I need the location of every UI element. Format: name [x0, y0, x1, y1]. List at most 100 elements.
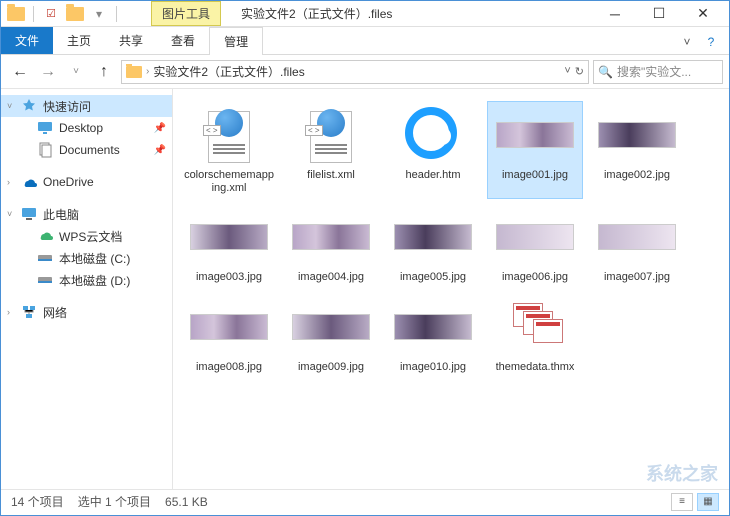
file-thumbnail — [495, 297, 575, 357]
file-item[interactable]: image005.jpg — [385, 203, 481, 288]
file-label: themedata.thmx — [496, 361, 575, 374]
file-label: image007.jpg — [604, 271, 670, 284]
pc-icon — [21, 206, 37, 222]
file-thumbnail — [597, 105, 677, 165]
ribbon-help-icon[interactable]: ? — [699, 30, 723, 54]
quick-access-toolbar: ☑ ▾ — [5, 4, 121, 24]
minimize-button[interactable]: ─ — [593, 2, 637, 26]
file-item[interactable]: image003.jpg — [181, 203, 277, 288]
ribbon-tab-home[interactable]: 主页 — [53, 27, 105, 54]
qat-folder-icon[interactable] — [5, 4, 27, 24]
file-label: image004.jpg — [298, 271, 364, 284]
search-placeholder: 搜索"实验文... — [617, 63, 691, 80]
documents-icon — [37, 142, 53, 158]
file-label: image001.jpg — [502, 169, 568, 182]
file-label: image002.jpg — [604, 169, 670, 182]
nav-history-dropdown[interactable]: ˅ — [63, 59, 89, 85]
file-item[interactable]: image002.jpg — [589, 101, 685, 199]
ribbon: 文件 主页 共享 查看 管理 ˅ ? — [1, 27, 729, 55]
file-item[interactable]: image009.jpg — [283, 293, 379, 378]
status-bar: 14 个项目 选中 1 个项目 65.1 KB ≡ ▦ — [1, 489, 729, 513]
file-thumbnail — [189, 207, 269, 267]
file-thumbnail — [393, 105, 473, 165]
ribbon-tab-manage[interactable]: 管理 — [209, 27, 263, 55]
network-icon — [21, 304, 37, 320]
file-item[interactable]: image007.jpg — [589, 203, 685, 288]
folder-icon — [126, 66, 142, 78]
ribbon-tab-file[interactable]: 文件 — [1, 27, 53, 54]
file-label: image003.jpg — [196, 271, 262, 284]
file-label: image009.jpg — [298, 361, 364, 374]
view-icons-button[interactable]: ▦ — [697, 493, 719, 511]
file-thumbnail — [393, 297, 473, 357]
ribbon-tab-share[interactable]: 共享 — [105, 27, 157, 54]
file-thumbnail: < > — [189, 105, 269, 165]
address-input[interactable]: › 实验文件2（正式文件）.files ˅ ↻ — [121, 60, 589, 84]
file-item[interactable]: image008.jpg — [181, 293, 277, 378]
pin-icon: 📌 — [154, 123, 166, 134]
sidebar-quick-access[interactable]: ˅ 快速访问 — [1, 95, 172, 117]
file-thumbnail — [393, 207, 473, 267]
status-selection: 选中 1 个项目 — [78, 493, 151, 510]
file-item[interactable]: header.htm — [385, 101, 481, 199]
file-thumbnail: < > — [291, 105, 371, 165]
file-label: header.htm — [405, 169, 460, 182]
wps-cloud-icon — [37, 228, 53, 244]
file-item[interactable]: image006.jpg — [487, 203, 583, 288]
qat-properties-icon[interactable]: ☑ — [40, 4, 62, 24]
refresh-icon[interactable]: ↻ — [575, 65, 584, 78]
nav-up-button[interactable]: ↑ — [91, 59, 117, 85]
file-item[interactable]: < >colorschememapping.xml — [181, 101, 277, 199]
titlebar: ☑ ▾ 图片工具 实验文件2（正式文件）.files ─ ☐ ✕ — [1, 1, 729, 27]
expand-icon[interactable]: › — [7, 177, 10, 187]
file-item[interactable]: < > filelist.xml — [283, 101, 379, 199]
nav-forward-button[interactable]: → — [35, 59, 61, 85]
window-title: 实验文件2（正式文件）.files — [241, 5, 392, 22]
sidebar-onedrive[interactable]: › OneDrive — [1, 171, 172, 193]
address-bar: ← → ˅ ↑ › 实验文件2（正式文件）.files ˅ ↻ 🔍 搜索"实验文… — [1, 55, 729, 89]
file-label: image005.jpg — [400, 271, 466, 284]
qat-newfolder-icon[interactable] — [64, 4, 86, 24]
file-item[interactable]: image004.jpg — [283, 203, 379, 288]
sidebar-this-pc[interactable]: ˅ 此电脑 — [1, 203, 172, 225]
sidebar-desktop[interactable]: Desktop 📌 — [1, 117, 172, 139]
file-item[interactable]: image010.jpg — [385, 293, 481, 378]
nav-back-button[interactable]: ← — [7, 59, 33, 85]
navigation-pane: ˅ 快速访问 Desktop 📌 Documents 📌 › OneDrive — [1, 89, 173, 489]
file-label: filelist.xml — [307, 169, 355, 182]
file-thumbnail — [495, 207, 575, 267]
sidebar-wps-cloud[interactable]: WPS云文档 — [1, 225, 172, 247]
maximize-button[interactable]: ☐ — [637, 2, 681, 26]
file-label: image006.jpg — [502, 271, 568, 284]
sidebar-documents[interactable]: Documents 📌 — [1, 139, 172, 161]
file-thumbnail — [291, 207, 371, 267]
contextual-tab-picture-tools[interactable]: 图片工具 — [151, 1, 221, 26]
file-item[interactable]: image001.jpg — [487, 101, 583, 199]
file-item[interactable]: themedata.thmx — [487, 293, 583, 378]
cloud-icon — [21, 174, 37, 190]
qat-dropdown-icon[interactable]: ▾ — [88, 4, 110, 24]
monitor-icon — [37, 120, 53, 136]
file-thumbnail — [495, 105, 575, 165]
expand-icon[interactable]: ˅ — [7, 101, 12, 111]
breadcrumb-path[interactable]: 实验文件2（正式文件）.files — [153, 63, 304, 80]
breadcrumb-chevron-icon[interactable]: › — [146, 66, 149, 77]
file-thumbnail — [597, 207, 677, 267]
file-label: image008.jpg — [196, 361, 262, 374]
sidebar-disk-c[interactable]: 本地磁盘 (C:) — [1, 247, 172, 269]
search-icon: 🔍 — [598, 65, 613, 79]
view-details-button[interactable]: ≡ — [671, 493, 693, 511]
star-icon — [21, 98, 37, 114]
search-input[interactable]: 🔍 搜索"实验文... — [593, 60, 723, 84]
close-button[interactable]: ✕ — [681, 2, 725, 26]
sidebar-network[interactable]: › 网络 — [1, 301, 172, 323]
file-list[interactable]: < >colorschememapping.xml< > filelist.xml… — [173, 89, 729, 489]
ribbon-tab-view[interactable]: 查看 — [157, 27, 209, 54]
expand-icon[interactable]: ˅ — [7, 209, 12, 219]
expand-icon[interactable]: › — [7, 307, 10, 317]
status-item-count: 14 个项目 — [11, 493, 64, 510]
ribbon-expand-icon[interactable]: ˅ — [675, 30, 699, 54]
address-dropdown-icon[interactable]: ˅ — [564, 65, 570, 78]
sidebar-disk-d[interactable]: 本地磁盘 (D:) — [1, 269, 172, 291]
file-label: image010.jpg — [400, 361, 466, 374]
